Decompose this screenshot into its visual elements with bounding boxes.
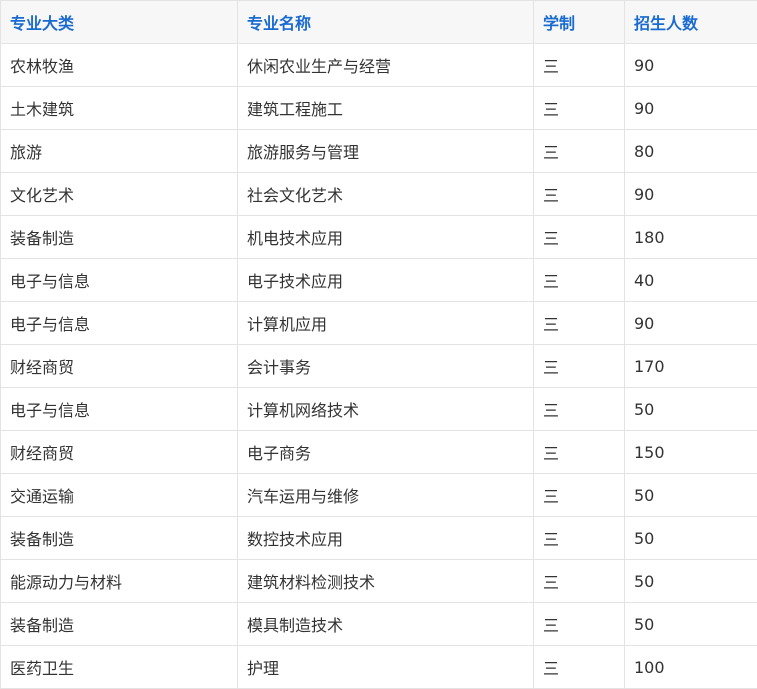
cell-duration: 三 [533, 301, 625, 345]
table-row: 交通运输 汽车运用与维修 三 50 [0, 473, 757, 517]
table-row: 能源动力与材料 建筑材料检测技术 三 50 [0, 559, 757, 603]
cell-major-name: 数控技术应用 [237, 516, 534, 560]
cell-major-name: 建筑工程施工 [237, 86, 534, 130]
cell-major-name: 电子商务 [237, 430, 534, 474]
cell-major-name: 计算机网络技术 [237, 387, 534, 431]
cell-enrollment: 90 [624, 86, 757, 130]
cell-major-category: 装备制造 [0, 602, 238, 646]
table-row: 财经商贸 电子商务 三 150 [0, 430, 757, 474]
cell-duration: 三 [533, 473, 625, 517]
cell-duration: 三 [533, 645, 625, 689]
table-row: 土木建筑 建筑工程施工 三 90 [0, 86, 757, 130]
cell-major-category: 装备制造 [0, 516, 238, 560]
cell-major-category: 装备制造 [0, 215, 238, 259]
cell-duration: 三 [533, 344, 625, 388]
header-major-category: 专业大类 [0, 0, 238, 44]
cell-major-name: 汽车运用与维修 [237, 473, 534, 517]
cell-duration: 三 [533, 172, 625, 216]
table-row: 装备制造 模具制造技术 三 50 [0, 602, 757, 646]
cell-major-category: 文化艺术 [0, 172, 238, 216]
cell-enrollment: 90 [624, 172, 757, 216]
cell-major-name: 社会文化艺术 [237, 172, 534, 216]
cell-major-name: 建筑材料检测技术 [237, 559, 534, 603]
cell-major-category: 财经商贸 [0, 344, 238, 388]
cell-enrollment: 50 [624, 387, 757, 431]
header-major-name: 专业名称 [237, 0, 534, 44]
header-duration: 学制 [533, 0, 625, 44]
cell-major-name: 机电技术应用 [237, 215, 534, 259]
cell-duration: 三 [533, 86, 625, 130]
cell-major-name: 计算机应用 [237, 301, 534, 345]
cell-enrollment: 170 [624, 344, 757, 388]
cell-major-name: 护理 [237, 645, 534, 689]
cell-duration: 三 [533, 258, 625, 302]
cell-enrollment: 50 [624, 516, 757, 560]
cell-major-category: 土木建筑 [0, 86, 238, 130]
cell-major-name: 模具制造技术 [237, 602, 534, 646]
table-row: 财经商贸 会计事务 三 170 [0, 344, 757, 388]
cell-enrollment: 50 [624, 559, 757, 603]
cell-enrollment: 40 [624, 258, 757, 302]
cell-duration: 三 [533, 430, 625, 474]
cell-major-category: 能源动力与材料 [0, 559, 238, 603]
cell-major-category: 电子与信息 [0, 387, 238, 431]
cell-enrollment: 80 [624, 129, 757, 173]
cell-major-name: 电子技术应用 [237, 258, 534, 302]
table-row: 电子与信息 电子技术应用 三 40 [0, 258, 757, 302]
cell-major-category: 电子与信息 [0, 301, 238, 345]
table-row: 电子与信息 计算机网络技术 三 50 [0, 387, 757, 431]
cell-enrollment: 50 [624, 473, 757, 517]
cell-enrollment: 50 [624, 602, 757, 646]
cell-enrollment: 90 [624, 43, 757, 87]
cell-major-category: 旅游 [0, 129, 238, 173]
cell-major-category: 农林牧渔 [0, 43, 238, 87]
cell-major-name: 休闲农业生产与经营 [237, 43, 534, 87]
cell-major-name: 会计事务 [237, 344, 534, 388]
cell-duration: 三 [533, 129, 625, 173]
header-enrollment: 招生人数 [624, 0, 757, 44]
cell-duration: 三 [533, 559, 625, 603]
cell-enrollment: 180 [624, 215, 757, 259]
cell-enrollment: 100 [624, 645, 757, 689]
cell-major-category: 医药卫生 [0, 645, 238, 689]
cell-major-category: 财经商贸 [0, 430, 238, 474]
table-row: 装备制造 机电技术应用 三 180 [0, 215, 757, 259]
cell-duration: 三 [533, 215, 625, 259]
enrollment-table: 专业大类 专业名称 学制 招生人数 农林牧渔 休闲农业生产与经营 三 90 土木… [0, 0, 757, 689]
cell-enrollment: 150 [624, 430, 757, 474]
table-row: 农林牧渔 休闲农业生产与经营 三 90 [0, 43, 757, 87]
table-header-row: 专业大类 专业名称 学制 招生人数 [0, 0, 757, 44]
table-row: 电子与信息 计算机应用 三 90 [0, 301, 757, 345]
cell-major-category: 交通运输 [0, 473, 238, 517]
table-row: 医药卫生 护理 三 100 [0, 645, 757, 689]
cell-major-name: 旅游服务与管理 [237, 129, 534, 173]
cell-major-category: 电子与信息 [0, 258, 238, 302]
cell-duration: 三 [533, 387, 625, 431]
cell-enrollment: 90 [624, 301, 757, 345]
cell-duration: 三 [533, 43, 625, 87]
table-row: 旅游 旅游服务与管理 三 80 [0, 129, 757, 173]
cell-duration: 三 [533, 516, 625, 560]
table-row: 装备制造 数控技术应用 三 50 [0, 516, 757, 560]
cell-duration: 三 [533, 602, 625, 646]
table-row: 文化艺术 社会文化艺术 三 90 [0, 172, 757, 216]
